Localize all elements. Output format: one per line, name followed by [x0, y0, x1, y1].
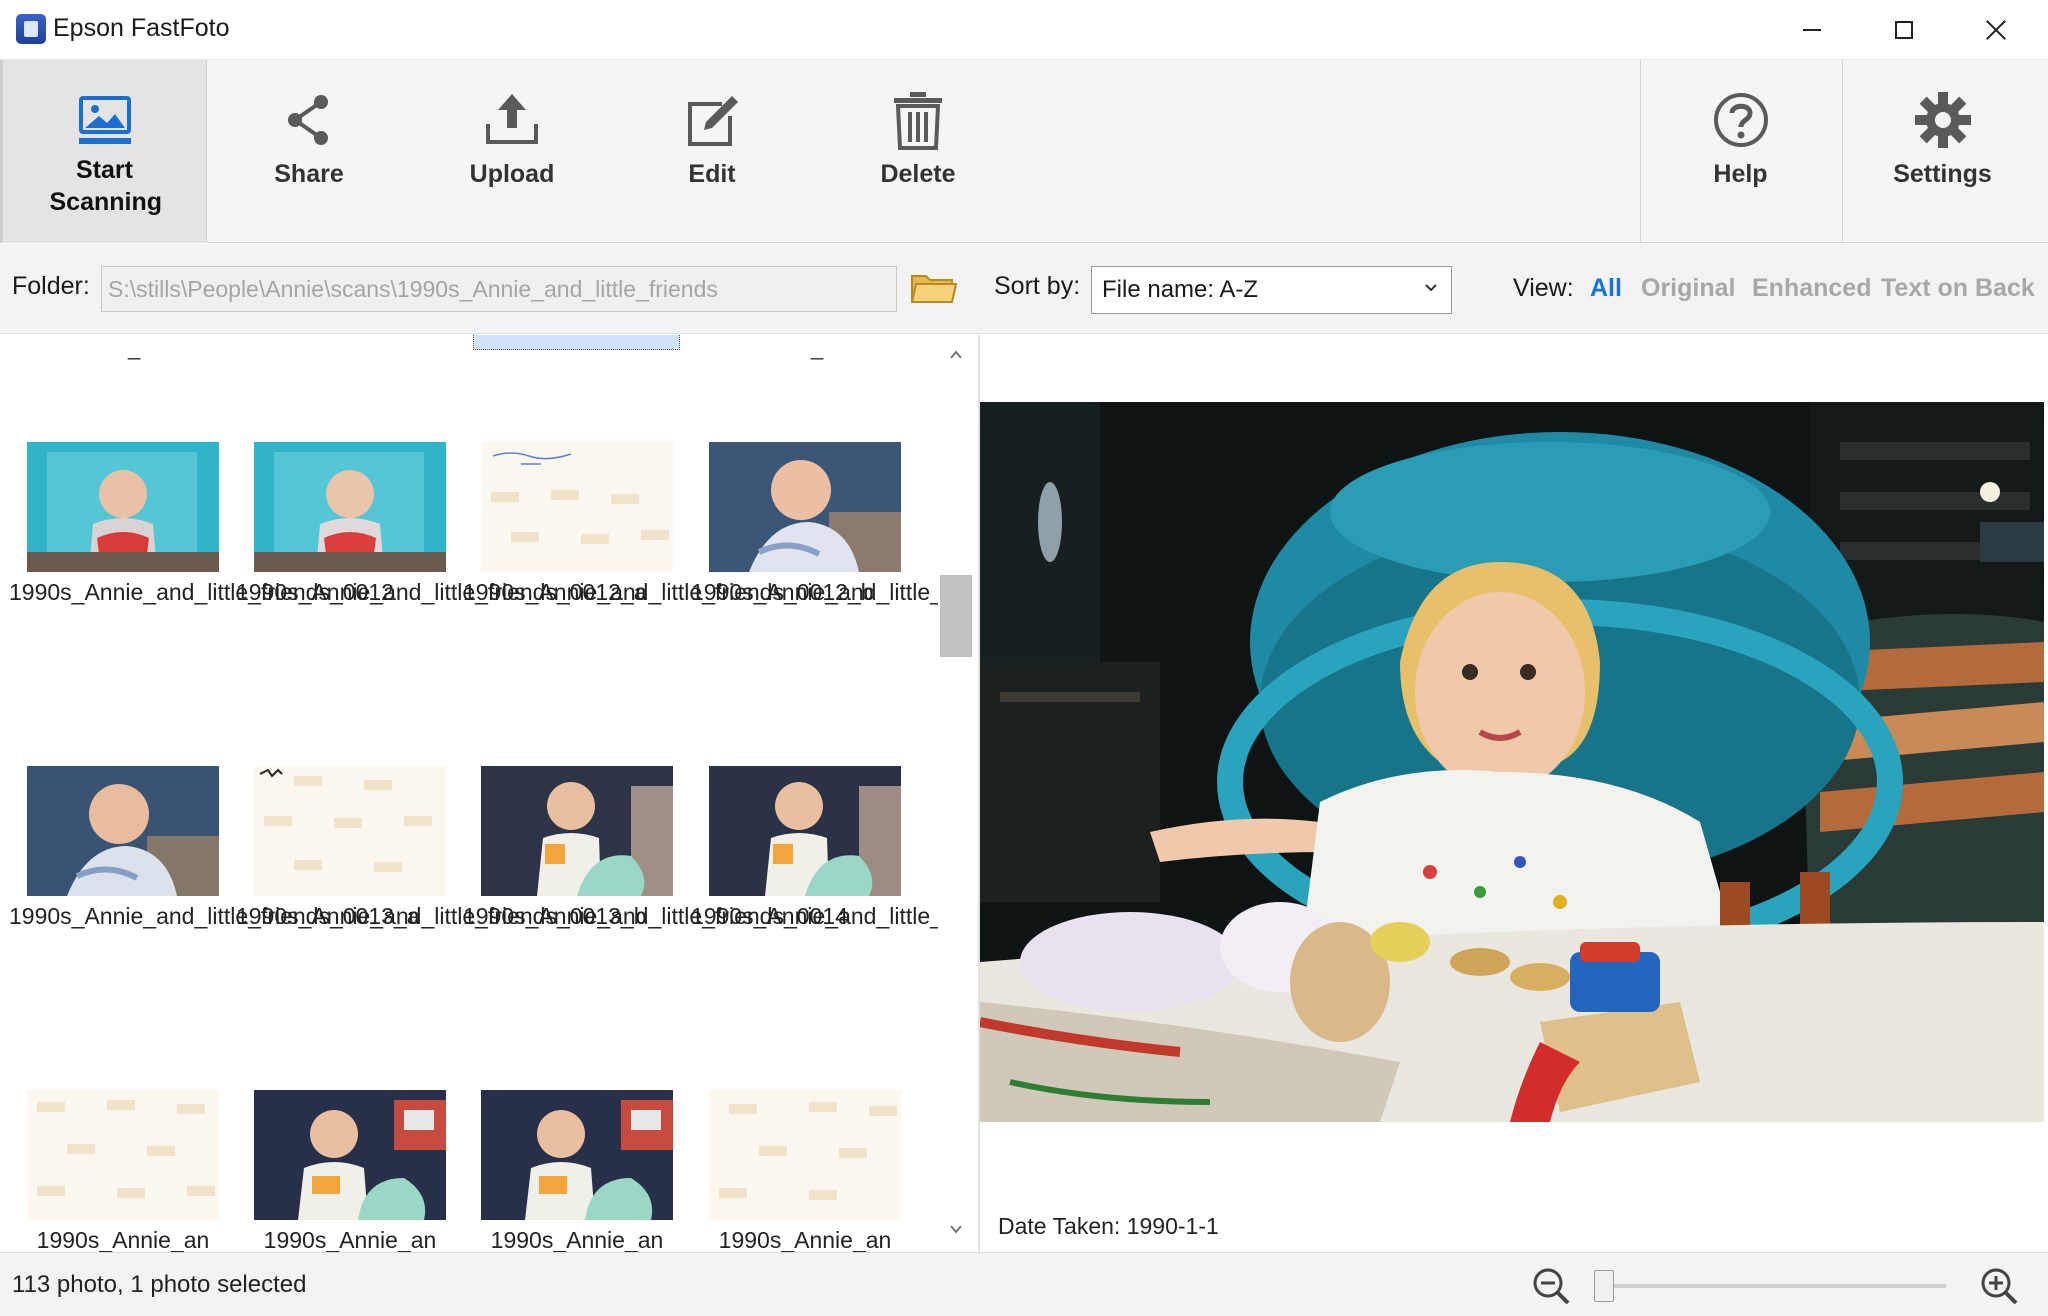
thumbnail-item[interactable]: 1990s_Annie_and_little_friends_0013_b — [236, 766, 647, 932]
start-scanning-button[interactable]: Start Scanning — [0, 60, 207, 243]
thumbnail-caption: 1990s_Annie_and_little_friends_0013_b — [236, 903, 647, 929]
minimize-button[interactable] — [1766, 0, 1858, 60]
thumbnail-image — [254, 442, 446, 572]
zoom-slider-handle[interactable] — [1594, 1270, 1614, 1302]
thumbnail-grid: _ _ 1990s_Annie_and_little_friends_0012 … — [0, 335, 938, 1252]
zoom-in-icon[interactable] — [1978, 1265, 2020, 1307]
sort-value: File name: A-Z — [1102, 276, 1259, 303]
settings-button[interactable]: Settings — [1842, 60, 2042, 243]
delete-button[interactable]: Delete — [858, 60, 978, 243]
thumbnail-image — [27, 442, 219, 572]
thumbnail-caption: 1990s_Annie_and_little_friends_0014 — [463, 903, 848, 929]
thumbnail-item[interactable]: 1990s_Annie_and_little_friends_0013_a — [9, 766, 420, 932]
thumbnail-scrollbar[interactable] — [938, 335, 974, 1252]
thumbnail-item[interactable]: 1990s_Annie_and_little_friends_0012_b — [463, 442, 874, 608]
folder-label: Folder: — [12, 272, 90, 300]
maximize-icon — [1895, 21, 1913, 39]
share-icon — [288, 95, 328, 145]
thumbnail-caption: 1990s_Annie_and_little_friends_0013 — [691, 579, 938, 605]
help-button[interactable]: Help — [1640, 60, 1840, 243]
folder-icon[interactable] — [910, 270, 958, 306]
sort-label: Sort by: — [994, 272, 1081, 300]
thumbnail-image — [709, 766, 901, 896]
thumbnail-caption: 1990s_Annie_an — [36, 1227, 210, 1252]
view-option-enhanced[interactable]: Enhanced — [1752, 274, 1871, 303]
thumbnail-item[interactable]: 1990s_Annie_and_little_friends_0013 — [691, 442, 938, 608]
scroll-down-icon[interactable] — [948, 1221, 964, 1237]
share-label: Share — [274, 160, 344, 188]
title-bar: Epson FastFoto — [0, 0, 2048, 60]
window-title: Epson FastFoto — [53, 14, 230, 42]
scan-photo-icon — [78, 96, 131, 144]
thumbnail-item[interactable]: 1990s_Annie_an — [254, 1090, 446, 1252]
minimize-icon — [1803, 29, 1821, 31]
partial-caption: _ — [811, 335, 824, 360]
view-option-original[interactable]: Original — [1641, 274, 1735, 303]
thumbnail-caption: 1990s_Annie_an — [263, 1227, 437, 1252]
upload-icon — [486, 94, 538, 144]
start-scanning-label: Start Scanning — [49, 156, 163, 216]
photo-count-status: 113 photo, 1 photo selected — [12, 1271, 307, 1298]
thumbnail-image — [27, 1090, 219, 1220]
close-icon — [1985, 19, 2007, 41]
scroll-up-icon[interactable] — [948, 347, 964, 363]
status-bar: 113 photo, 1 photo selected — [0, 1252, 2048, 1316]
thumbnail-item[interactable]: 1990s_Annie_and_little_friends_0012 — [9, 442, 394, 608]
thumbnail-image — [254, 766, 446, 896]
app-icon — [16, 14, 46, 44]
thumbnail-image — [27, 766, 219, 896]
thumbnail-image — [709, 442, 901, 572]
toolbar: Start Scanning Share Upload Edit Delete … — [0, 60, 2048, 243]
thumbnail-caption: 1990s_Annie_and_little_friends_0012_a — [236, 579, 647, 605]
upload-label: Upload — [469, 160, 555, 188]
view-label: View: — [1513, 274, 1574, 302]
view-option-text-on-back[interactable]: Text on Back — [1881, 274, 2035, 303]
help-label: Help — [1713, 160, 1768, 188]
thumbnail-image — [481, 1090, 673, 1220]
upload-button[interactable]: Upload — [452, 60, 572, 243]
chevron-down-icon — [1425, 284, 1437, 292]
edit-button[interactable]: Edit — [652, 60, 772, 243]
thumbnail-caption: 1990s_Annie_and_little_friends_0013_a — [9, 903, 420, 929]
zoom-slider-track[interactable] — [1600, 1284, 1946, 1288]
thumbnail-caption: 1990s_Annie_an — [490, 1227, 664, 1252]
folder-bar: Folder: S:\stills\People\Annie\scans\199… — [0, 244, 2048, 334]
thumbnail-image — [481, 766, 673, 896]
share-button[interactable]: Share — [249, 60, 369, 243]
view-option-all[interactable]: All — [1590, 274, 1622, 303]
date-taken: Date Taken: 1990-1-1 — [998, 1213, 1219, 1239]
edit-label: Edit — [688, 160, 736, 188]
sort-dropdown[interactable]: File name: A-Z — [1091, 266, 1452, 314]
thumbnail-caption: 1990s_Annie_an — [718, 1227, 892, 1252]
close-button[interactable] — [1950, 0, 2042, 60]
thumbnail-item[interactable]: 1990s_Annie_and_little_friends_0012_a — [236, 442, 647, 608]
selected-thumbnail-caption[interactable] — [473, 335, 680, 350]
thumbnail-caption: 1990s_Annie_and_little_friends_0012 — [9, 579, 394, 605]
thumbnail-item[interactable]: 1990s_Annie_and_little_friends_0014 — [463, 766, 848, 932]
thumbnail-image — [254, 1090, 446, 1220]
edit-icon — [688, 96, 738, 146]
gear-icon — [1914, 92, 1971, 148]
thumbnail-image — [709, 1090, 901, 1220]
zoom-out-icon[interactable] — [1530, 1265, 1572, 1307]
thumbnail-item[interactable]: 1990s_Annie_and_little_friends_0014_a — [691, 766, 938, 932]
help-icon — [1713, 93, 1768, 147]
maximize-button[interactable] — [1858, 0, 1950, 60]
thumbnail-image — [481, 442, 673, 572]
folder-path-field[interactable]: S:\stills\People\Annie\scans\1990s_Annie… — [101, 266, 897, 312]
thumbnail-item[interactable]: 1990s_Annie_an — [481, 1090, 673, 1252]
trash-icon — [894, 92, 942, 150]
partial-caption: _ — [128, 335, 141, 360]
settings-label: Settings — [1893, 160, 1992, 188]
thumbnail-item[interactable]: 1990s_Annie_an — [709, 1090, 901, 1252]
scrollbar-thumb[interactable] — [940, 575, 972, 657]
thumbnail-caption: 1990s_Annie_and_little_friends_0012_b — [463, 579, 874, 605]
delete-label: Delete — [880, 160, 956, 188]
preview-photo — [980, 402, 2044, 1122]
thumbnail-caption: 1990s_Annie_and_little_friends_0014_a — [691, 903, 938, 929]
thumbnail-item[interactable]: 1990s_Annie_an — [27, 1090, 219, 1252]
photo-preview-pane: Date Taken: 1990-1-1 — [980, 335, 2048, 1252]
